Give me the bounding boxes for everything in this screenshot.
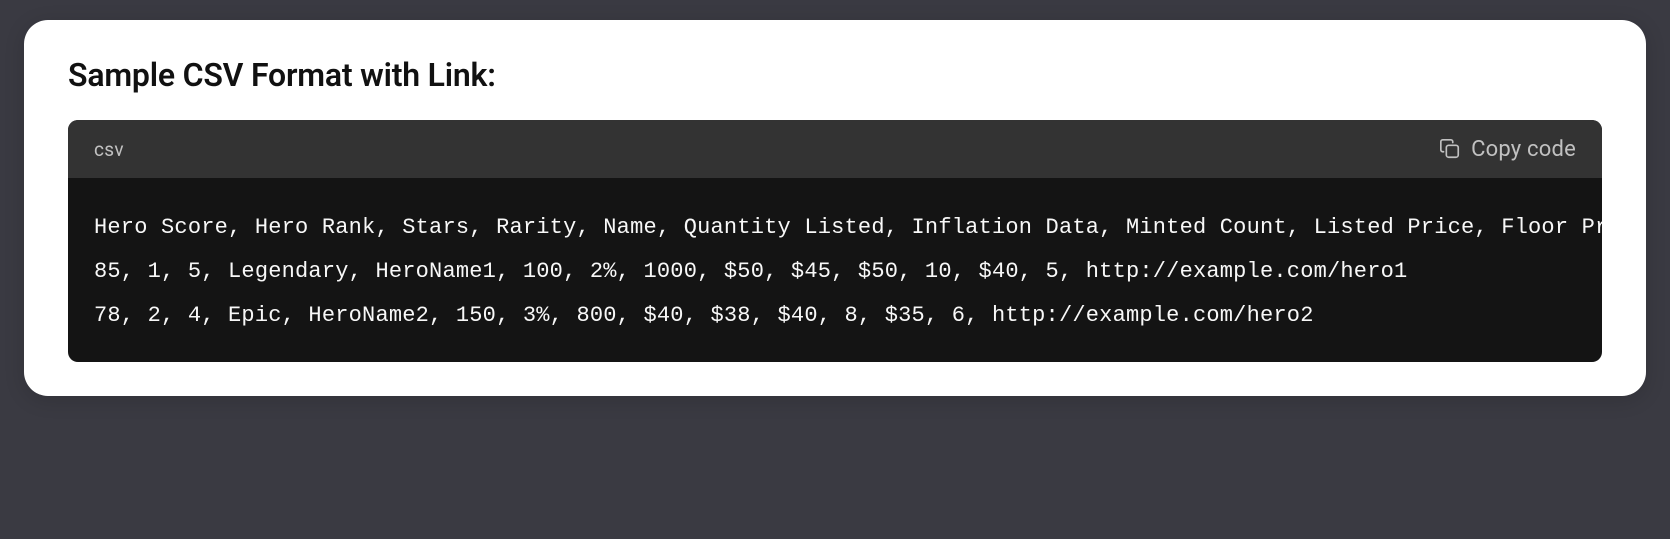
section-title: Sample CSV Format with Link: <box>68 56 1602 94</box>
code-body[interactable]: Hero Score, Hero Rank, Stars, Rarity, Na… <box>68 178 1602 362</box>
content-card: Sample CSV Format with Link: csv Copy co… <box>24 20 1646 396</box>
code-block: csv Copy code Hero Score, Hero Rank, Sta… <box>68 120 1602 362</box>
code-header: csv Copy code <box>68 120 1602 178</box>
copy-code-button[interactable]: Copy code <box>1439 137 1576 162</box>
copy-icon <box>1439 138 1461 160</box>
copy-code-label: Copy code <box>1471 137 1576 162</box>
language-label: csv <box>94 138 124 161</box>
code-content: Hero Score, Hero Rank, Stars, Rarity, Na… <box>94 206 1576 338</box>
